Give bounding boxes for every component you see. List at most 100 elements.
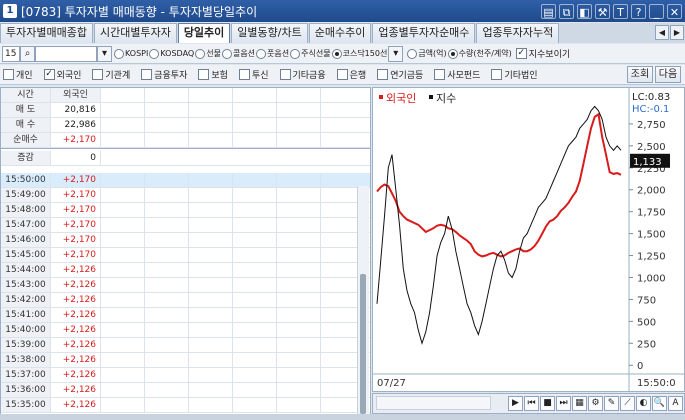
radio-icon <box>114 48 124 59</box>
code-select[interactable]: 15 <box>2 45 20 62</box>
table-row[interactable]: 15:49:00 +2,170 <box>1 188 370 203</box>
market-dropdown-icon[interactable]: ▾ <box>388 45 404 62</box>
empty-cell <box>101 278 145 292</box>
investor-row: 개인 ✓ 외국인 기관계 금융투자 보험 투신 기타금융 은행 연기금등 사모펀드 기타법인 조회 다… <box>0 65 685 85</box>
summary-value: +2,170 <box>51 133 101 147</box>
next-button[interactable]: 다음 <box>655 66 681 83</box>
empty-cell <box>145 398 189 412</box>
table-header: 시간 외국인 <box>1 88 370 103</box>
tab-0[interactable]: 투자자별매매종합 <box>0 23 93 43</box>
text-size-icon[interactable]: T <box>613 3 628 19</box>
query-button[interactable]: 조회 <box>627 66 653 83</box>
market-radio-2[interactable]: 선물 <box>195 48 221 59</box>
chart-tool-3[interactable]: ⏭ <box>556 396 571 411</box>
investor-check-10[interactable]: 기타법인 <box>491 68 538 81</box>
unit-radio-0[interactable]: 금액(억) <box>407 48 447 59</box>
search-icon[interactable]: ⌕ <box>20 45 35 62</box>
index-show-check[interactable]: ✓ 지수보이기 <box>515 47 570 60</box>
empty-cell <box>101 203 145 217</box>
chart-tool-6[interactable]: ✎ <box>604 396 619 411</box>
close-icon[interactable]: ✕ <box>667 3 682 19</box>
table-row[interactable]: 15:43:00 +2,126 <box>1 278 370 293</box>
tab-next-icon[interactable]: ▶ <box>670 25 684 40</box>
tab-3[interactable]: 일별동향/차트 <box>231 23 308 43</box>
table-row[interactable]: 15:48:00 +2,170 <box>1 203 370 218</box>
investor-check-4[interactable]: 보험 <box>198 68 228 81</box>
empty-cell <box>145 88 189 102</box>
checkbox-icon <box>198 69 210 80</box>
table-row[interactable]: 15:38:00 +2,126 <box>1 353 370 368</box>
empty-cell <box>277 118 321 132</box>
market-radio-4[interactable]: 풋옵션 <box>256 48 289 59</box>
chart-tool-7[interactable]: ⟋ <box>620 396 635 411</box>
investor-label: 기관계 <box>105 71 131 81</box>
table-row[interactable]: 15:46:00 +2,170 <box>1 233 370 248</box>
chart-tool-9[interactable]: 🔍 <box>652 396 667 411</box>
market-radio-0[interactable]: KOSPI <box>114 48 148 59</box>
help-icon[interactable]: ? <box>631 3 646 19</box>
dropdown-icon[interactable]: ▾ <box>97 45 112 62</box>
chart-tool-1[interactable]: ⏮ <box>524 396 539 411</box>
code-input[interactable] <box>35 45 97 62</box>
unit-radio-label: 수량(천주/계약) <box>458 49 512 58</box>
chart-tool-4[interactable]: ▦ <box>572 396 587 411</box>
table-row[interactable]: 15:41:00 +2,126 <box>1 308 370 323</box>
investor-check-9[interactable]: 사모펀드 <box>434 68 480 81</box>
tab-5[interactable]: 업종별투자자순매수 <box>372 23 476 43</box>
table-row[interactable]: 15:37:00 +2,126 <box>1 368 370 383</box>
market-radio-5[interactable]: 주식선물 <box>290 48 331 59</box>
vertical-scrollbar[interactable] <box>357 186 369 418</box>
investor-check-2[interactable]: 기관계 <box>92 68 130 81</box>
empty-cell <box>101 88 145 102</box>
cursor-value: 1,133 <box>633 157 662 168</box>
chart-svg: 2,7502,5002,2502,0001,7501,5001,2501,000… <box>373 88 684 391</box>
investor-check-5[interactable]: 투신 <box>238 68 269 81</box>
table-row[interactable]: 15:50:00 +2,170 <box>1 173 370 188</box>
tab-2[interactable]: 당일추이 <box>177 23 231 43</box>
tool-icon[interactable]: ⚒ <box>595 3 610 19</box>
empty-cell <box>277 338 321 352</box>
empty-cell <box>233 203 277 217</box>
unit-radio-1[interactable]: 수량(천주/계약) <box>447 48 512 59</box>
market-radio-3[interactable]: 콜옵션 <box>221 48 255 59</box>
tab-6[interactable]: 업종투자자누적 <box>476 23 560 43</box>
tab-1[interactable]: 시간대별투자자 <box>93 23 177 43</box>
table-row[interactable]: 15:39:00 +2,126 <box>1 338 370 353</box>
investor-check-0[interactable]: 개인 <box>3 68 33 81</box>
market-radio-6[interactable]: 코스닥150선 <box>331 48 387 59</box>
table-row[interactable]: 15:45:00 +2,170 <box>1 248 370 263</box>
table-row[interactable]: 15:36:00 +2,126 <box>1 383 370 398</box>
tab-4[interactable]: 순매수추이 <box>308 23 372 43</box>
checkbox-icon <box>336 69 348 80</box>
chart-tool-10[interactable]: A <box>668 396 683 411</box>
chart-tool-5[interactable]: ⚙ <box>588 396 603 411</box>
chart-tool-8[interactable]: ◐ <box>636 396 651 411</box>
tab-prev-icon[interactable]: ◀ <box>655 25 669 40</box>
investor-check-8[interactable]: 연기금등 <box>377 68 423 81</box>
investor-check-7[interactable]: 은행 <box>336 68 366 81</box>
table-row[interactable]: 15:35:00 +2,126 <box>1 398 370 413</box>
status-bar <box>0 414 685 420</box>
chart-scrollbar[interactable] <box>376 396 491 410</box>
investor-check-1[interactable]: ✓ 외국인 <box>43 68 81 81</box>
table-row[interactable]: 15:40:00 +2,126 <box>1 323 370 338</box>
market-radio-1[interactable]: KOSDAQ <box>149 48 194 59</box>
scroll-thumb[interactable] <box>360 274 366 414</box>
pin-icon[interactable]: ◧ <box>577 3 592 19</box>
table-row[interactable]: 15:42:00 +2,126 <box>1 293 370 308</box>
table-row[interactable]: 15:44:00 +2,126 <box>1 263 370 278</box>
summary-label: 매 도 <box>1 103 51 117</box>
minimize-icon[interactable]: _ <box>649 3 664 19</box>
checkbox-icon <box>491 69 503 80</box>
link-icon[interactable]: ⧉ <box>559 3 574 19</box>
empty-cell <box>277 88 321 102</box>
title-bar[interactable]: 1 [0783] 투자자별 매매동향 - 투자자별당일추이 ▤ ⧉ ◧ ⚒ T? _ ✕ <box>0 0 685 22</box>
chart-tool-0[interactable]: ▶ <box>508 396 523 411</box>
time-cell: 15:43:00 <box>1 278 51 292</box>
table-row[interactable]: 15:47:00 +2,170 <box>1 218 370 233</box>
menu-icon[interactable]: ▤ <box>541 3 556 19</box>
chart-tool-2[interactable]: ■ <box>540 396 555 411</box>
empty-cell <box>277 248 321 262</box>
investor-check-6[interactable]: 기타금융 <box>279 68 326 81</box>
investor-check-3[interactable]: 금융투자 <box>141 68 187 81</box>
